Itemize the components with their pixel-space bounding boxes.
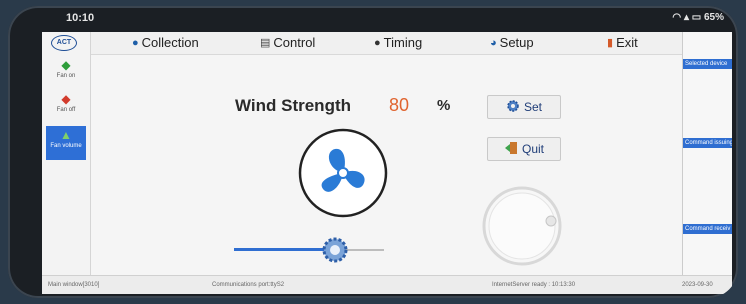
selected-device-header: Selected device <box>683 59 732 69</box>
footer-port: Communications port:ttyS2 <box>212 282 285 288</box>
slider-gear-thumb[interactable] <box>322 237 348 263</box>
wind-strength-unit: % <box>437 97 451 114</box>
menu-exit-label: Exit <box>616 35 638 50</box>
menu-exit[interactable]: ▮ Exit <box>607 35 638 50</box>
main-content: Wind Strength 80 % Set Quit <box>91 55 681 275</box>
info-panel: Selected device Command issuing Command … <box>682 32 732 275</box>
footer-date: 2023-09-30 <box>682 282 713 288</box>
wind-strength-slider[interactable] <box>234 237 384 263</box>
exit-icon: ▮ <box>607 37 614 49</box>
command-receiving-header: Command receiv <box>683 224 732 234</box>
footer-window: Main window[3010] <box>48 282 100 288</box>
fan-volume-button[interactable]: ▲ Fan volume <box>46 126 86 160</box>
set-button[interactable]: Set <box>487 95 561 119</box>
fan-on-icon: ◆ <box>61 58 71 72</box>
fan-icon <box>298 128 388 218</box>
gear-icon <box>506 99 520 116</box>
quit-label: Quit <box>521 142 544 156</box>
status-footer: Main window[3010] Communications port:tt… <box>42 275 732 294</box>
volume-knob[interactable] <box>481 185 563 267</box>
wind-strength-label: Wind Strength <box>235 96 351 115</box>
signal-icon: ▴ <box>683 12 689 23</box>
fan-volume-label: Fan volume <box>50 143 82 149</box>
collection-icon: ● <box>132 36 139 49</box>
timing-icon: ● <box>374 36 381 49</box>
command-issuing-header: Command issuing <box>683 138 732 148</box>
battery-percent: 65% <box>703 12 724 23</box>
setup-icon: ◕ <box>490 36 497 49</box>
fan-volume-icon: ▲ <box>60 128 72 142</box>
menu-collection-label: Collection <box>141 35 199 50</box>
fan-on-button[interactable]: ◆ Fan on <box>46 56 86 90</box>
menu-setup-label: Setup <box>499 35 534 50</box>
device-frame: 10:10 ◠ ▴ ▭ 65% ● Collection ▤ Control ●… <box>8 6 738 298</box>
menu-timing[interactable]: ● Timing <box>374 35 422 50</box>
quit-button[interactable]: Quit <box>487 137 561 161</box>
side-panel: ACT ◆ Fan on ◆ Fan off ▲ Fan volume <box>42 32 91 275</box>
menu-timing-label: Timing <box>383 35 423 50</box>
slider-fill <box>234 248 335 251</box>
menu-collection[interactable]: ● Collection <box>132 35 199 50</box>
set-label: Set <box>523 100 542 114</box>
menu-setup[interactable]: ◕ Setup <box>490 35 534 50</box>
act-logo: ACT <box>51 35 77 51</box>
status-bar: 10:10 ◠ ▴ ▭ 65% <box>8 6 738 31</box>
status-indicators: ◠ ▴ ▭ 65% <box>672 12 724 23</box>
menu-control-label: Control <box>273 35 316 50</box>
door-exit-icon <box>504 141 518 158</box>
fan-off-icon: ◆ <box>61 92 71 106</box>
fan-on-label: Fan on <box>56 73 76 79</box>
app-screen: ● Collection ▤ Control ● Timing ◕ Setup … <box>42 32 732 294</box>
wifi-icon: ◠ <box>672 12 682 23</box>
fan-off-button[interactable]: ◆ Fan off <box>46 90 86 124</box>
wind-strength-value: 80 <box>389 95 410 115</box>
status-time: 10:10 <box>66 12 95 24</box>
battery-icon: ▭ <box>691 12 702 23</box>
control-icon: ▤ <box>260 37 271 49</box>
menu-control[interactable]: ▤ Control <box>260 35 315 50</box>
fan-off-label: Fan off <box>56 107 76 113</box>
footer-server: InternetServer ready : 10:13:30 <box>492 282 576 288</box>
menu-bar: ● Collection ▤ Control ● Timing ◕ Setup … <box>42 32 682 55</box>
